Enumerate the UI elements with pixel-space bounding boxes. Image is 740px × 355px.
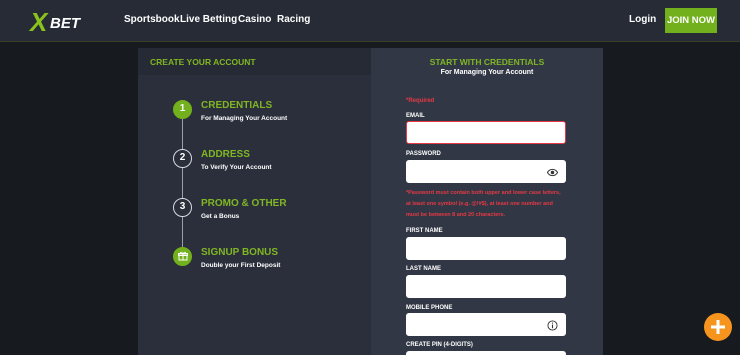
join-now-button[interactable]: JOIN NOW [665,8,717,33]
mobile-phone-label: MOBILE PHONE [406,305,453,311]
required-note: *Required [406,98,435,104]
password-note-line-3: must be between 8 and 20 characters. [406,212,506,218]
step-2-subtitle: To Verify Your Account [201,164,272,171]
nav-racing[interactable]: Racing [277,14,310,25]
email-field-box [406,121,566,144]
password-note-line-2: at least one symbol (e.g. @!#$), at leas… [406,201,553,207]
signup-steps-panel: CREATE YOUR ACCOUNT 1 CREDENTIALS For Ma… [138,48,371,355]
step-2-circle: 2 [173,149,192,168]
step-3-subtitle: Get a Bonus [201,213,240,220]
password-field-box [406,160,566,183]
password-field[interactable] [407,161,565,182]
mobile-phone-field-box [406,313,566,336]
logo-bet: BET [50,15,80,32]
first-name-label: FIRST NAME [406,228,443,234]
first-name-field[interactable] [407,238,565,259]
first-name-field-box [406,237,566,260]
logo-x: X [30,7,47,37]
top-header: X BET Sportsbook Live Betting Casino Rac… [0,0,740,42]
email-label: EMAIL [406,113,425,119]
step-1-title: CREDENTIALS [201,100,273,111]
last-name-label: LAST NAME [406,266,441,272]
step-3-circle: 3 [173,198,192,217]
step-1-subtitle: For Managing Your Account [201,115,288,122]
steps-timeline [182,110,183,257]
eye-icon[interactable] [547,167,558,178]
step-4-subtitle: Double your First Deposit [201,262,281,269]
form-subtitle: For Managing Your Account [440,69,534,76]
floating-plus-button[interactable] [704,313,732,341]
step-1-circle: 1 [173,100,192,119]
step-2-title: ADDRESS [201,149,250,160]
mobile-phone-field[interactable] [407,314,565,335]
credentials-form-panel: START WITH CREDENTIALS For Managing Your… [371,48,603,355]
gift-icon [177,251,188,261]
create-pin-label: CREATE PIN (4-DIGITS) [406,342,473,348]
step-4-title: SIGNUP BONUS [201,247,279,258]
nav-casino[interactable]: Casino [238,14,271,25]
create-pin-field[interactable] [406,351,566,355]
password-requirements: *Password must contain both upper and lo… [406,188,576,221]
steps-header: CREATE YOUR ACCOUNT [138,48,371,75]
info-icon[interactable] [547,320,558,331]
nav-sportsbook[interactable]: Sportsbook [124,14,180,25]
password-label: PASSWORD [406,151,441,157]
login-link[interactable]: Login [629,14,656,25]
password-note-line-1: *Password must contain both upper and lo… [406,190,561,196]
email-field[interactable] [407,122,565,143]
step-3-title: PROMO & OTHER [201,198,287,209]
last-name-field[interactable] [407,276,565,297]
xbet-logo[interactable]: X BET [30,7,90,37]
form-title: START WITH CREDENTIALS [429,57,545,67]
plus-icon [711,320,725,334]
last-name-field-box [406,275,566,298]
step-4-circle [173,247,192,266]
steps-heading: CREATE YOUR ACCOUNT [150,57,256,67]
nav-live-betting[interactable]: Live Betting [180,14,237,25]
